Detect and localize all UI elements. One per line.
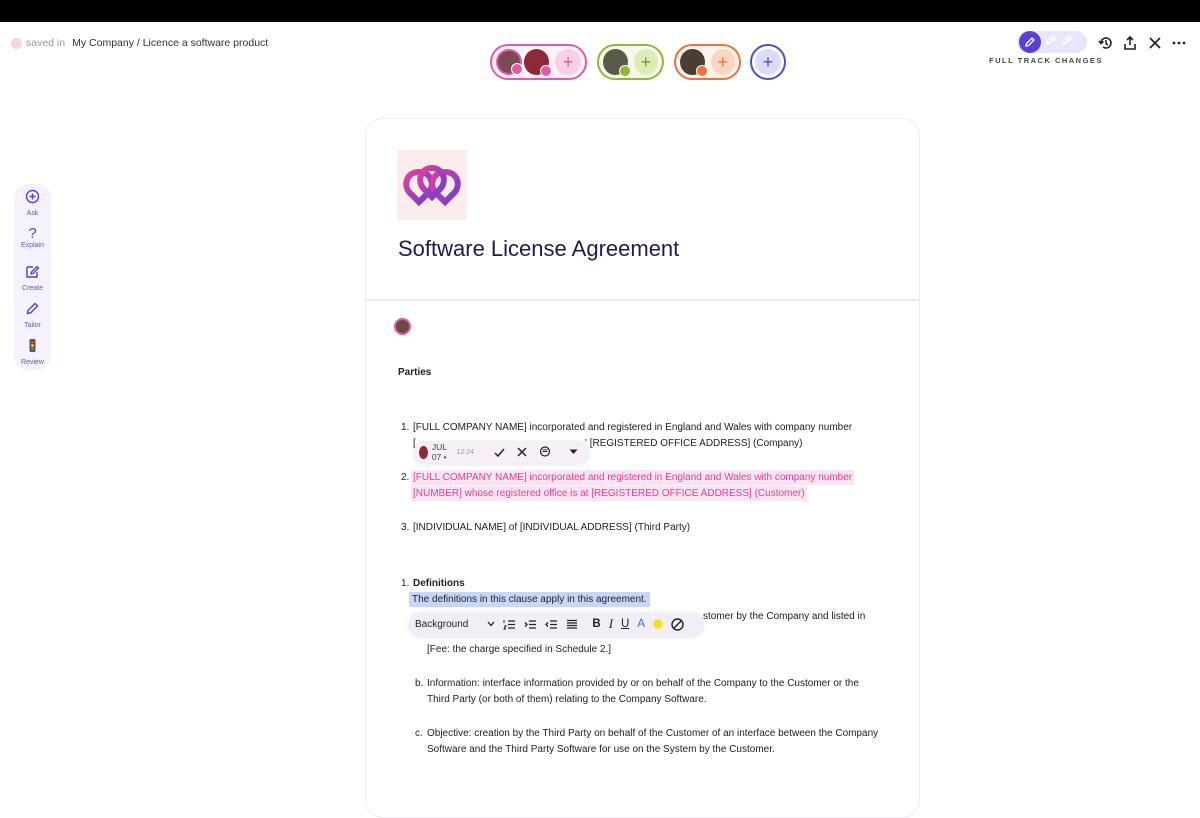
add-group-button[interactable]: + (755, 49, 781, 75)
avatar (419, 445, 428, 459)
text-color-button[interactable]: A (637, 618, 645, 630)
assistant-sidebar: Ask ? Explain Create Tailor Review (14, 184, 51, 370)
highlight-color-icon[interactable] (653, 619, 664, 629)
chevron-down-icon[interactable] (569, 449, 578, 455)
definition-b-line-2[interactable]: Third Party (or both of them) relating t… (427, 694, 707, 705)
history-icon[interactable] (1097, 34, 1115, 52)
edit-badge-icon (510, 63, 523, 75)
add-collaborator-button[interactable]: + (710, 49, 735, 75)
collaborator-group-green[interactable]: + (597, 44, 664, 80)
avatar[interactable] (680, 49, 708, 77)
edit-badge-icon (695, 65, 708, 77)
share-icon[interactable] (1121, 34, 1139, 52)
list-number: 2. (401, 472, 410, 483)
formatting-toolbar: Background B I U A (409, 612, 704, 636)
align-justify-icon[interactable] (566, 619, 578, 630)
saved-label: saved in (26, 37, 66, 49)
sidebar-item-label: Create (21, 285, 43, 292)
accept-change-icon[interactable] (494, 447, 505, 458)
avatar[interactable] (603, 49, 631, 77)
list-number: 3. (401, 522, 410, 533)
indent-icon[interactable] (524, 619, 537, 630)
list-marker: c. (415, 728, 423, 739)
sidebar-item-label: Review (21, 359, 44, 366)
question-icon: ? (28, 225, 37, 242)
sidebar-item-review[interactable]: Review (14, 338, 51, 366)
numbered-list-icon[interactable] (503, 619, 516, 630)
breadcrumb[interactable]: My Company / Licence a software product (72, 37, 268, 49)
underline-button[interactable]: U (621, 618, 629, 630)
save-status-dot (11, 37, 22, 49)
track-changes-toggle[interactable] (1017, 31, 1087, 53)
sidebar-item-tailor[interactable]: Tailor (14, 301, 51, 329)
ask-icon (25, 189, 40, 204)
definition-a-line-2[interactable]: [Fee: the charge specified in Schedule 2… (427, 644, 611, 655)
pen-active-icon[interactable] (1019, 31, 1041, 53)
definition-c-line-1[interactable]: Objective: creation by the Third Party o… (427, 728, 878, 739)
close-icon[interactable] (1146, 34, 1164, 52)
sidebar-item-label: Ask (26, 210, 39, 217)
italic-button[interactable]: I (609, 616, 613, 632)
sidebar-item-label: Tailor (24, 322, 41, 329)
sidebar-item-ask[interactable]: Ask (14, 189, 51, 217)
chevron-down-icon[interactable] (487, 621, 495, 627)
paragraph-style-select[interactable]: Background (415, 619, 468, 630)
add-collaborator-button[interactable]: + (633, 49, 658, 75)
document-title[interactable]: Software License Agreement (398, 236, 679, 262)
definition-b-line-1[interactable]: Information: interface information provi… (427, 678, 859, 689)
definition-a-tail[interactable]: stomer by the Company and listed in (703, 611, 865, 622)
party-1-line-2-end[interactable]: ' [REGISTERED OFFICE ADDRESS] (Company) (585, 438, 803, 449)
change-date: JUL 07 • (431, 442, 447, 462)
tracked-change-popup: JUL 07 • 12:24 (414, 441, 589, 463)
list-number: 1. (401, 578, 410, 589)
bold-button[interactable]: B (592, 618, 600, 630)
title-divider (366, 299, 919, 301)
create-icon (26, 265, 40, 278)
collaborator-group-pink[interactable]: + (490, 44, 587, 80)
definitions-heading[interactable]: Definitions (413, 578, 465, 589)
track-changes-label: FULL TRACK CHANGES (989, 56, 1103, 65)
outdent-icon[interactable] (545, 619, 558, 630)
change-time: 12:24 (456, 448, 474, 456)
parties-heading[interactable]: Parties (398, 367, 431, 378)
party-1-line-1[interactable]: [FULL COMPANY NAME] incorporated and reg… (413, 422, 852, 433)
inserted-party-2-line-2[interactable]: [NUMBER] whose registered office is at [… (411, 486, 807, 501)
comment-icon[interactable] (539, 446, 551, 458)
add-collaborator-button[interactable]: + (555, 49, 582, 75)
author-avatar[interactable] (394, 318, 411, 335)
document-card (365, 118, 920, 818)
avatar[interactable] (496, 49, 523, 75)
company-logo (397, 150, 467, 220)
list-number: 1. (401, 422, 410, 433)
list-marker: b. (415, 678, 424, 689)
clear-formatting-icon[interactable] (671, 617, 684, 631)
reject-change-icon[interactable] (517, 447, 527, 457)
traffic-light-icon (29, 339, 36, 352)
system-top-bar (0, 0, 1200, 22)
edit-badge-icon (540, 65, 553, 77)
collaborator-group-orange[interactable]: + (674, 44, 741, 80)
edit-badge-icon (618, 65, 631, 77)
save-status: saved in My Company / Licence a software… (11, 37, 268, 49)
more-options-icon[interactable] (1170, 34, 1188, 52)
pen-suggest-icon[interactable] (1045, 33, 1057, 51)
pen-off-icon[interactable] (1061, 33, 1073, 51)
avatar[interactable] (523, 49, 553, 77)
party-3-text[interactable]: [INDIVIDUAL NAME] of [INDIVIDUAL ADDRESS… (413, 522, 690, 533)
inserted-party-2-line-1[interactable]: [FULL COMPANY NAME] incorporated and reg… (411, 470, 855, 485)
sidebar-item-create[interactable]: Create (14, 264, 51, 292)
pen-icon (26, 302, 39, 315)
sidebar-item-explain[interactable]: ? Explain (14, 226, 51, 249)
selected-text[interactable]: The definitions in this clause apply in … (409, 592, 650, 607)
sidebar-item-label: Explain (21, 242, 44, 249)
add-collaborator-group[interactable]: + (750, 44, 786, 80)
